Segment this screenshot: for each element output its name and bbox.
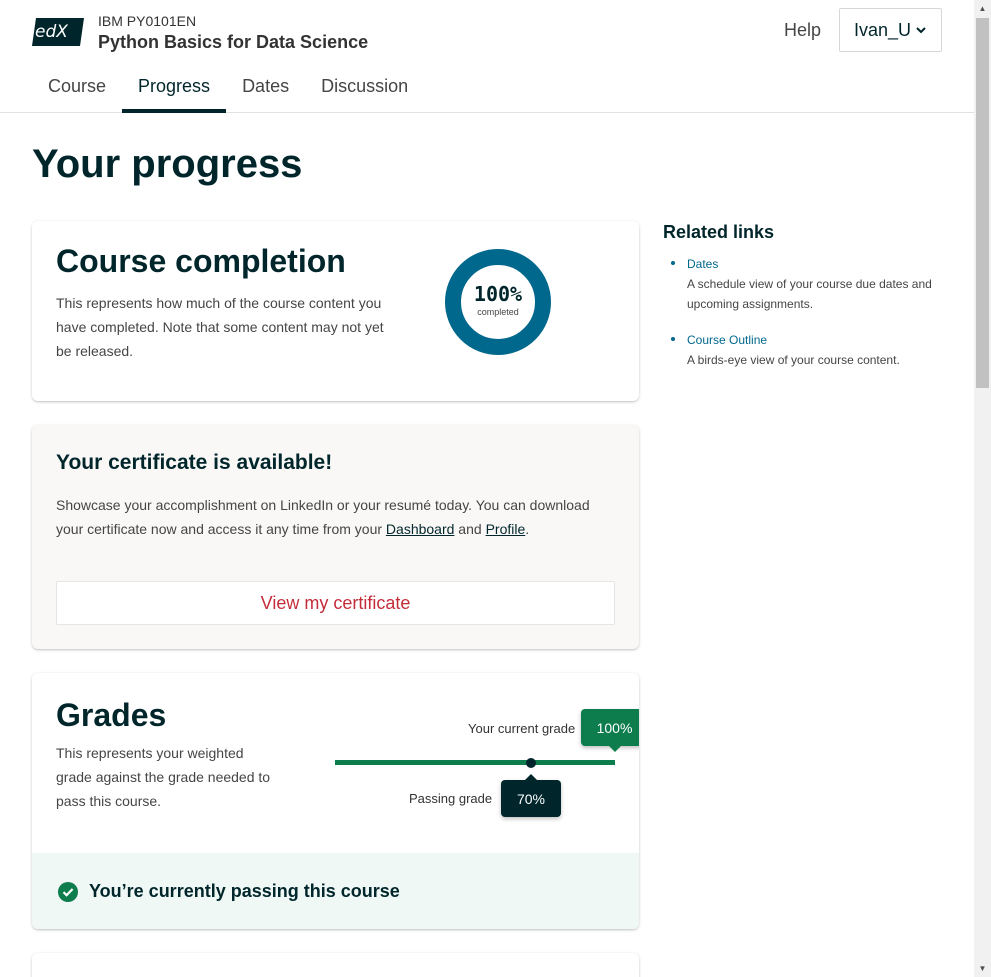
passing-status-banner: You’re currently passing this course (32, 853, 639, 929)
tab-discussion[interactable]: Discussion (305, 60, 424, 113)
check-circle-icon (58, 882, 78, 902)
related-links-title: Related links (663, 222, 775, 242)
passing-grade-tooltip: 70% (501, 774, 561, 817)
related-link-dates[interactable]: Dates (687, 254, 953, 274)
profile-link[interactable]: Profile (486, 521, 526, 537)
completion-percent: 100% (474, 282, 522, 306)
tab-dates[interactable]: Dates (226, 60, 305, 113)
grade-bar (335, 760, 615, 765)
tab-course[interactable]: Course (32, 60, 122, 113)
next-card (32, 953, 639, 977)
certificate-card: Your certificate is available! Showcase … (32, 425, 639, 649)
grades-description: This represents your weighted grade agai… (56, 745, 271, 809)
related-link-description: A schedule view of your course due dates… (687, 277, 932, 311)
current-grade-label: Your current grade (468, 721, 576, 736)
grades-title: Grades (56, 697, 167, 733)
tab-progress[interactable]: Progress (122, 60, 227, 113)
scroll-up-arrow-icon[interactable]: ▲ (974, 0, 991, 17)
passing-grade-label: Passing grade (409, 791, 493, 806)
username: Ivan_U (853, 19, 912, 40)
list-item: Course Outline A birds-eye view of your … (663, 330, 953, 370)
related-link-description: A birds-eye view of your course content. (687, 353, 900, 367)
course-org: IBM PY0101EN (98, 13, 197, 29)
related-links-list: Dates A schedule view of your course due… (663, 254, 953, 386)
current-grade-tooltip: 100% (581, 709, 639, 752)
list-item: Dates A schedule view of your course due… (663, 254, 953, 314)
completion-sublabel: completed (477, 307, 519, 317)
dashboard-link[interactable]: Dashboard (386, 521, 455, 537)
related-link-course-outline[interactable]: Course Outline (687, 330, 953, 350)
certificate-text: Showcase your accomplishment on LinkedIn… (56, 497, 590, 537)
course-title: Python Basics for Data Science (98, 32, 369, 52)
view-certificate-button[interactable]: View my certificate (56, 581, 615, 625)
grades-card: Grades This represents your weighted gra… (32, 673, 639, 929)
passing-status-text: You’re currently passing this course (89, 881, 400, 901)
completion-title: Course completion (56, 243, 346, 279)
page-scrollbar[interactable]: ▲ ▼ (974, 0, 991, 977)
completion-description: This represents how much of the course c… (56, 295, 384, 359)
scroll-down-arrow-icon[interactable]: ▼ (974, 960, 991, 977)
certificate-title: Your certificate is available! (56, 451, 333, 474)
course-tabs: Course Progress Dates Discussion (32, 60, 424, 113)
logo-text: edX (35, 22, 68, 42)
passing-grade-marker (526, 758, 536, 768)
edx-logo[interactable]: edX (32, 18, 84, 46)
course-completion-card: Course completion This represents how mu… (32, 221, 639, 401)
completion-donut-chart: 100% completed (445, 249, 551, 355)
page-title: Your progress (32, 142, 303, 186)
grade-bar-fill (335, 760, 615, 765)
chevron-down-icon (916, 27, 926, 34)
scroll-thumb[interactable] (976, 18, 989, 388)
site-header: edX IBM PY0101EN Python Basics for Data … (0, 0, 974, 113)
help-link[interactable]: Help (784, 20, 821, 41)
user-menu-button[interactable]: Ivan_U (839, 8, 942, 52)
